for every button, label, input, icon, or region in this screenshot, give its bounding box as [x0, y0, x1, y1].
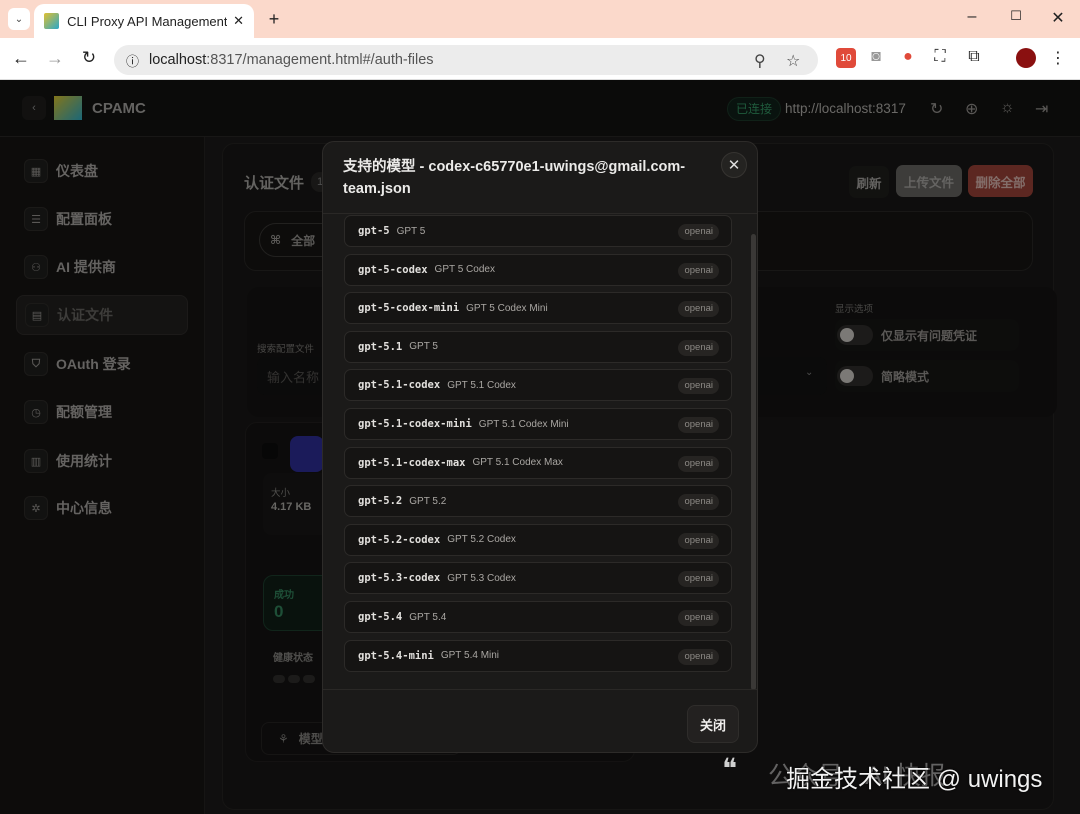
model-id: gpt-5.1-codex [358, 379, 440, 391]
maximize-icon[interactable]: ☐ [1004, 8, 1028, 24]
model-id: gpt-5.1-codex-mini [358, 418, 472, 430]
model-id: gpt-5.1 [358, 341, 402, 353]
model-id: gpt-5.3-codex [358, 572, 440, 584]
model-name: GPT 5.1 Codex [447, 380, 516, 391]
model-name: GPT 5 [397, 226, 426, 237]
model-row: gpt-5.3-codex GPT 5.3 Codex openai [344, 562, 732, 594]
favicon-icon [44, 13, 59, 29]
close-dialog-icon[interactable]: ✕ [721, 152, 747, 178]
models-list: gpt-5 GPT 5 openai gpt-5-codex GPT 5 Codex op… [323, 213, 758, 689]
url-path: :8317/management.html#/auth-files [206, 52, 433, 68]
forward-icon[interactable]: → [44, 48, 66, 69]
model-name: GPT 5.4 Mini [441, 650, 499, 661]
provider-badge: openai [678, 533, 719, 549]
model-id: gpt-5.2-codex [358, 534, 440, 546]
camera-extension-icon[interactable]: ◙ [866, 48, 886, 66]
provider-badge: openai [678, 263, 719, 279]
provider-badge: openai [678, 649, 719, 665]
back-icon[interactable]: ← [10, 48, 32, 69]
extensions-puzzle-icon[interactable]: ⧉ [964, 48, 984, 66]
dialog-title: 支持的模型 - codex-c65770e1-uwings@gmail.com-… [343, 156, 703, 200]
screenshot-icon[interactable]: ⛶ [930, 48, 950, 66]
tab-list-chevron-icon[interactable]: ⌄ [8, 8, 30, 30]
provider-badge: openai [678, 417, 719, 433]
model-name: GPT 5.3 Codex [447, 573, 516, 584]
model-row: gpt-5.1-codex-max GPT 5.1 Codex Max openai [344, 447, 732, 479]
browser-tab[interactable]: CLI Proxy API Management Center ✕ [34, 4, 254, 38]
model-row: gpt-5.2 GPT 5.2 openai [344, 485, 732, 517]
model-row: gpt-5.2-codex GPT 5.2 Codex openai [344, 524, 732, 556]
tab-title: CLI Proxy API Management Center [67, 14, 227, 29]
dialog-footer: 关闭 [323, 689, 758, 753]
model-name: GPT 5 Codex Mini [466, 303, 548, 314]
model-name: GPT 5.2 [409, 496, 446, 507]
model-id: gpt-5.1-codex-max [358, 457, 465, 469]
wechat-icon: ❝ [722, 752, 762, 788]
model-row: gpt-5-codex GPT 5 Codex openai [344, 254, 732, 286]
zoom-icon[interactable]: ⚲ [754, 51, 766, 71]
extension-badge[interactable]: 10 [836, 48, 856, 68]
close-tab-icon[interactable]: ✕ [233, 13, 244, 29]
scrollbar[interactable] [751, 234, 756, 690]
model-id: gpt-5.4 [358, 611, 402, 623]
model-id: gpt-5-codex [358, 264, 428, 276]
model-name: GPT 5.1 Codex Max [472, 457, 562, 468]
provider-badge: openai [678, 494, 719, 510]
close-window-icon[interactable]: ✕ [1046, 8, 1070, 28]
address-bar[interactable]: ⓘ localhost:8317/management.html#/auth-f… [114, 45, 818, 75]
model-row: gpt-5.4 GPT 5.4 openai [344, 601, 732, 633]
model-id: gpt-5.4-mini [358, 650, 434, 662]
supported-models-dialog: 支持的模型 - codex-c65770e1-uwings@gmail.com-… [322, 141, 758, 753]
new-tab-icon[interactable]: + [264, 8, 284, 30]
model-id: gpt-5-codex-mini [358, 302, 459, 314]
model-row: gpt-5 GPT 5 openai [344, 215, 732, 247]
model-name: GPT 5 Codex [435, 264, 495, 275]
minimize-icon[interactable]: – [960, 8, 984, 26]
model-id: gpt-5 [358, 225, 390, 237]
model-name: GPT 5.2 Codex [447, 534, 516, 545]
model-name: GPT 5.4 [409, 612, 446, 623]
provider-badge: openai [678, 224, 719, 240]
menu-kebab-icon[interactable]: ⋮ [1050, 48, 1066, 68]
browser-tab-bar: ⌄ CLI Proxy API Management Center ✕ + – ☐… [0, 0, 1080, 38]
provider-badge: openai [678, 456, 719, 472]
model-row: gpt-5-codex-mini GPT 5 Codex Mini openai [344, 292, 732, 324]
model-name: GPT 5.1 Codex Mini [479, 419, 569, 430]
provider-badge: openai [678, 340, 719, 356]
model-name: GPT 5 [409, 341, 438, 352]
provider-badge: openai [678, 301, 719, 317]
reload-icon[interactable]: ↻ [78, 48, 100, 68]
close-button[interactable]: 关闭 [687, 705, 739, 743]
profile-avatar[interactable] [1016, 48, 1036, 68]
model-row: gpt-5.1-codex GPT 5.1 Codex openai [344, 369, 732, 401]
model-row: gpt-5.1-codex-mini GPT 5.1 Codex Mini open… [344, 408, 732, 440]
extension-icon[interactable]: ● [898, 48, 918, 66]
provider-badge: openai [678, 378, 719, 394]
provider-badge: openai [678, 610, 719, 626]
watermark: 掘金技术社区 @ uwings [786, 759, 1042, 794]
model-id: gpt-5.2 [358, 495, 402, 507]
provider-badge: openai [678, 571, 719, 587]
bookmark-star-icon[interactable]: ☆ [786, 51, 800, 71]
model-row: gpt-5.1 GPT 5 openai [344, 331, 732, 363]
model-row: gpt-5.4-mini GPT 5.4 Mini openai [344, 640, 732, 672]
site-info-icon[interactable]: ⓘ [126, 51, 139, 70]
url-host: localhost [149, 52, 206, 68]
